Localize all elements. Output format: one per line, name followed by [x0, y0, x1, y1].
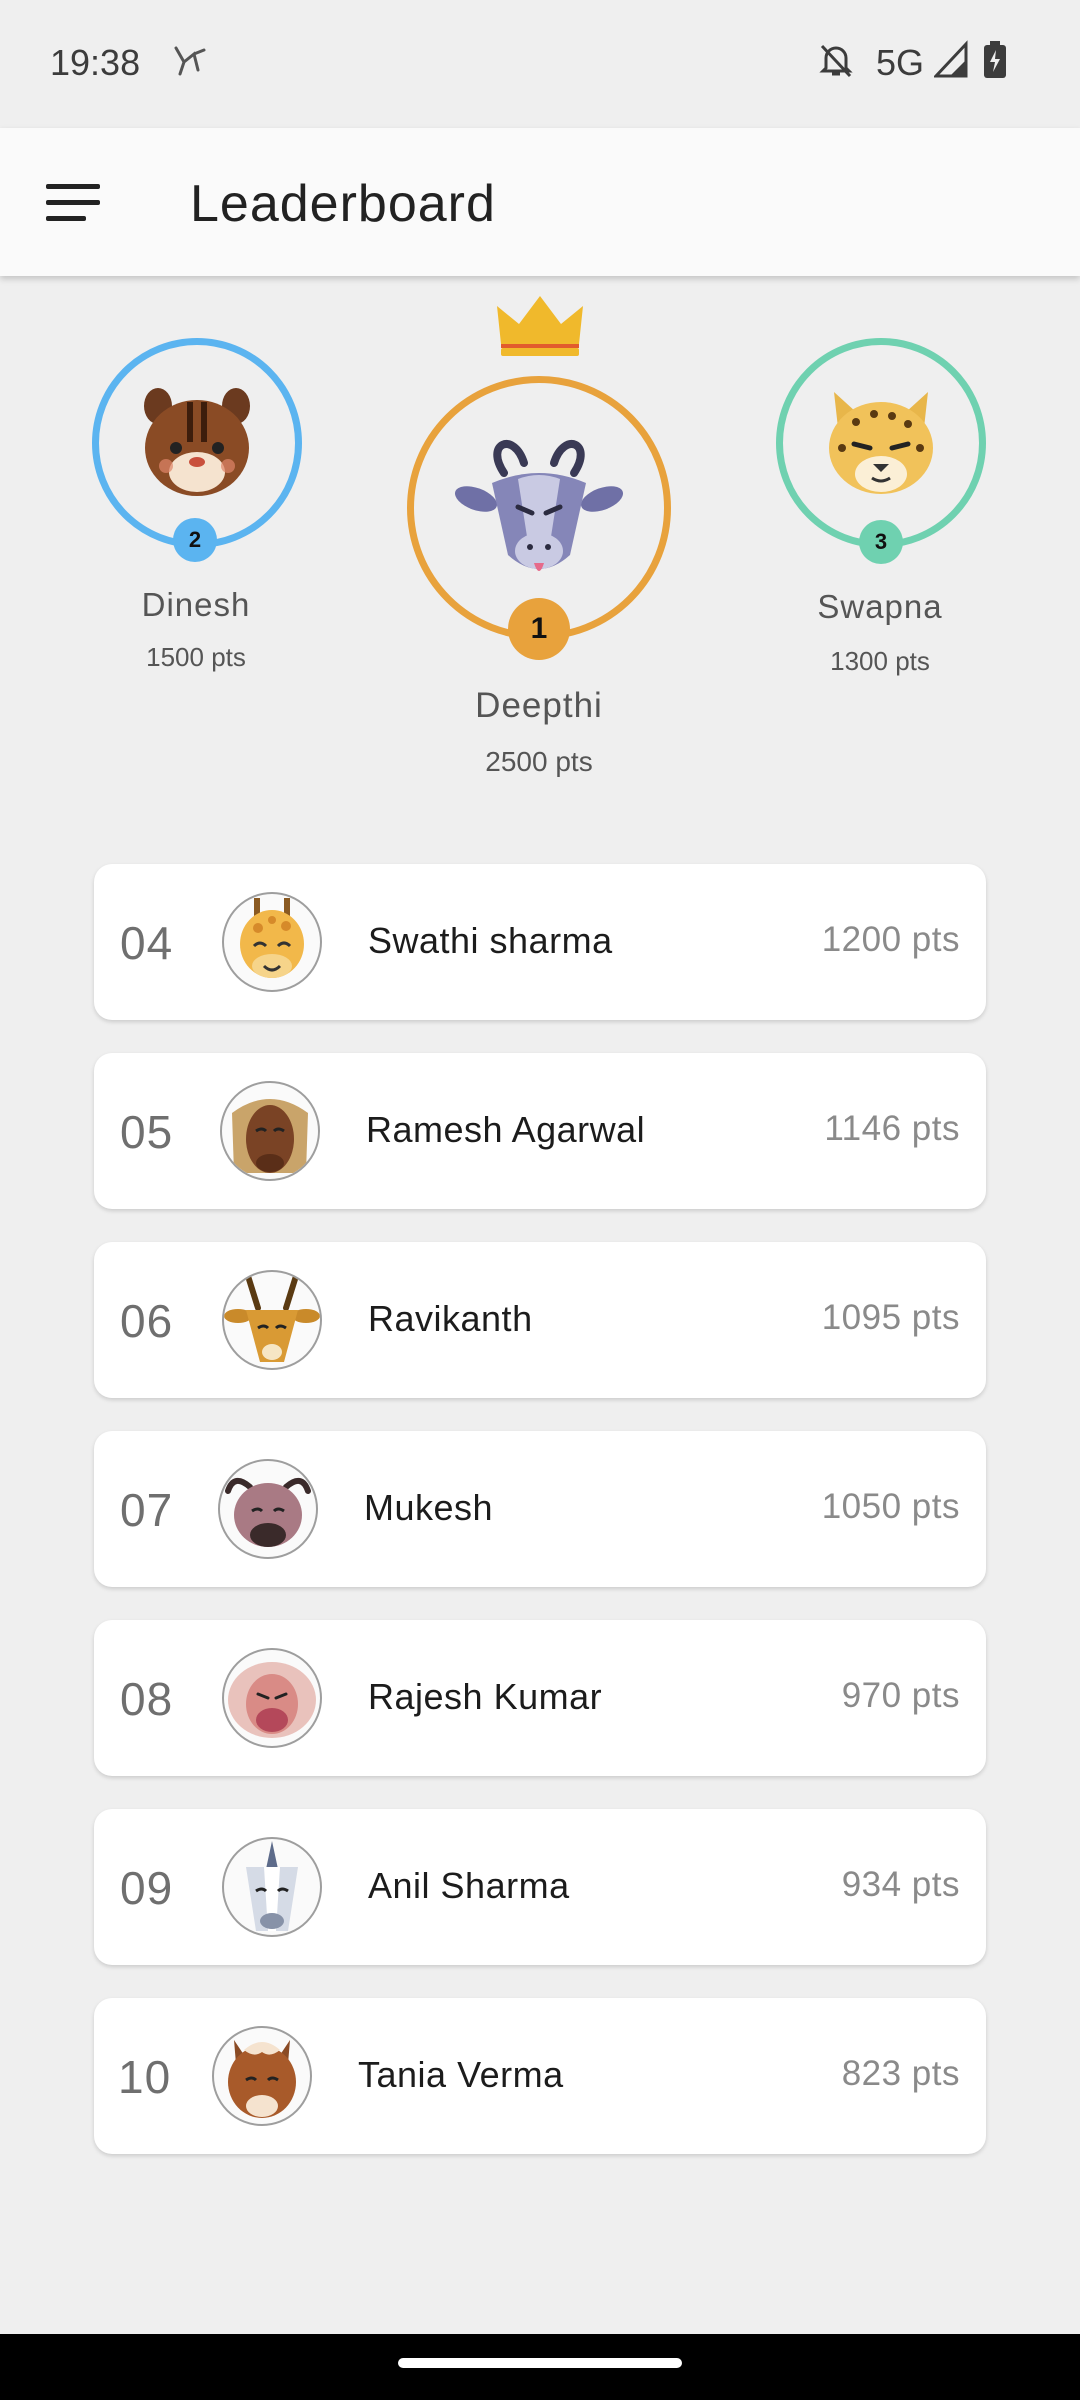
hamburger-menu-icon[interactable] — [38, 172, 108, 232]
app-bar: Leaderboard — [0, 128, 1080, 276]
unicorn-icon — [222, 1837, 322, 1937]
leaderboard-list: 04 Swathi sharma 1200 pts 05 Ramesh Agar… — [94, 864, 986, 2187]
podium-third-name: Swapna — [817, 588, 943, 625]
cheetah-icon — [829, 392, 933, 494]
player-points: 934 pts — [841, 1865, 960, 1904]
player-name: Anil Sharma — [368, 1865, 570, 1906]
player-points: 823 pts — [841, 2054, 960, 2093]
player-name: Ramesh Agarwal — [366, 1109, 646, 1150]
antelope-icon — [222, 1270, 322, 1370]
player-points: 1050 pts — [821, 1487, 960, 1526]
list-item[interactable]: 05 Ramesh Agarwal 1146 pts — [94, 1053, 986, 1209]
player-name: Mukesh — [364, 1487, 494, 1528]
crown-icon — [495, 292, 585, 363]
list-item[interactable]: 07 Mukesh 1050 pts — [94, 1431, 986, 1587]
podium-first-points: 2500 pts — [485, 746, 593, 777]
status-time: 19:38 — [50, 42, 141, 83]
rank-number: 05 — [120, 1106, 174, 1158]
list-item[interactable]: 06 Ravikanth 1095 pts — [94, 1242, 986, 1398]
player-points: 1200 pts — [821, 920, 960, 959]
page-title: Leaderboard — [190, 175, 496, 233]
rank-badge-first: 1 — [508, 598, 570, 660]
list-item[interactable]: 10 Tania Verma 823 pts — [94, 1998, 986, 2154]
rank-number: 04 — [120, 917, 174, 969]
player-points: 1095 pts — [821, 1298, 960, 1337]
podium-second-avatar[interactable] — [92, 338, 302, 548]
rank-number: 08 — [120, 1673, 174, 1725]
musk-ox-icon — [220, 1081, 320, 1181]
rank-number: 06 — [120, 1295, 174, 1347]
notifications-off-icon — [816, 40, 856, 85]
list-item[interactable]: 08 Rajesh Kumar 970 pts — [94, 1620, 986, 1776]
signal-icon — [932, 40, 970, 85]
player-name: Swathi sharma — [368, 920, 613, 961]
list-item[interactable]: 04 Swathi sharma 1200 pts — [94, 864, 986, 1020]
system-navigation-bar — [0, 2334, 1080, 2400]
network-type: 5G — [876, 42, 925, 83]
rank-badge-third: 3 — [859, 520, 903, 564]
buffalo-icon — [218, 1459, 318, 1559]
list-item[interactable]: 09 Anil Sharma 934 pts — [94, 1809, 986, 1965]
player-points: 1146 pts — [824, 1109, 960, 1148]
player-name: Tania Verma — [358, 2054, 564, 2095]
player-name: Ravikanth — [368, 1298, 533, 1339]
baboon-icon — [222, 1648, 322, 1748]
rank-number: 10 — [118, 2051, 172, 2103]
giraffe-icon — [222, 892, 322, 992]
horse-icon — [212, 2026, 312, 2126]
battery-charging-icon — [982, 40, 1008, 85]
podium-third-avatar[interactable] — [776, 338, 986, 548]
rank-number: 07 — [120, 1484, 174, 1536]
status-bar: 19:38 5G — [0, 0, 1080, 128]
home-gesture-handle[interactable] — [398, 2358, 682, 2368]
podium-first-name: Deepthi — [475, 686, 603, 725]
activity-icon — [170, 40, 210, 85]
player-name: Rajesh Kumar — [368, 1676, 603, 1717]
goat-icon — [454, 440, 624, 571]
rank-number: 09 — [120, 1862, 174, 1914]
podium-third-points: 1300 pts — [830, 646, 930, 676]
podium-second-name: Dinesh — [141, 586, 251, 623]
player-points: 970 pts — [841, 1676, 960, 1715]
rank-badge-second: 2 — [173, 518, 217, 562]
chipmunk-icon — [144, 388, 250, 496]
podium-second-points: 1500 pts — [146, 642, 246, 672]
